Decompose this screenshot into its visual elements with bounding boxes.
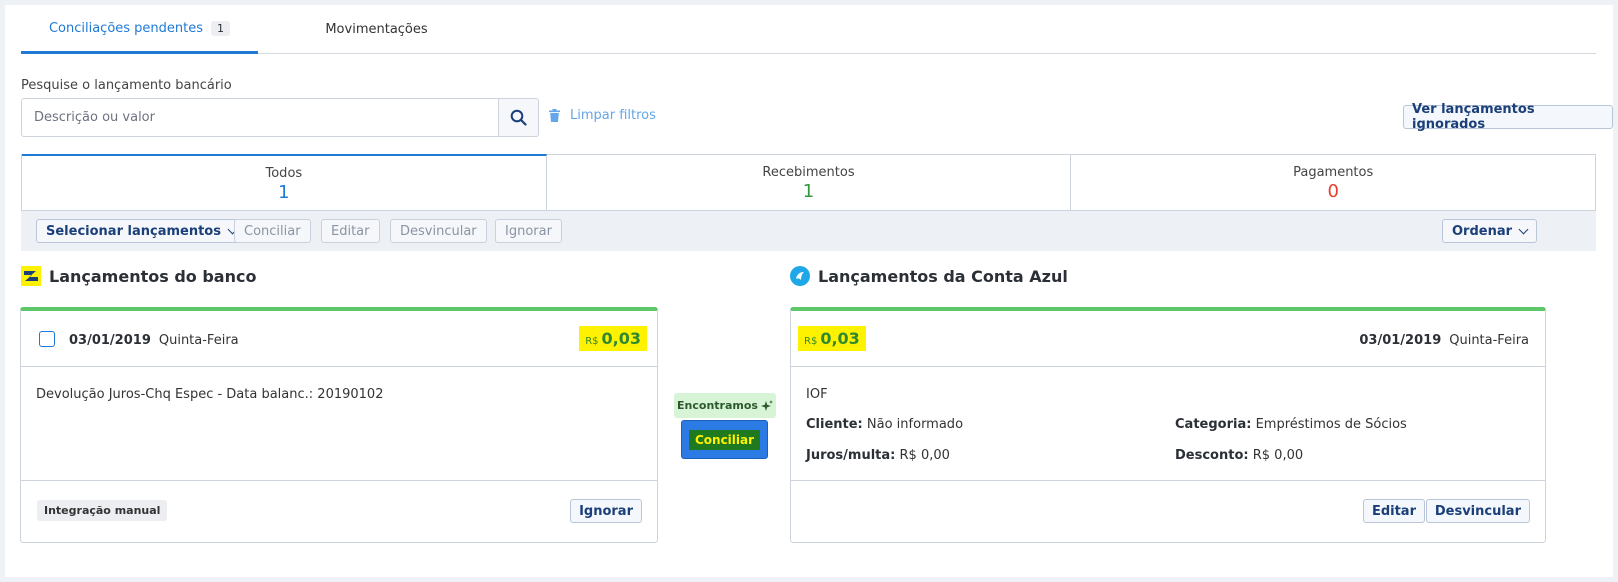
summary-filter: Todos 1 Recebimentos 1 Pagamentos 0	[21, 154, 1596, 211]
chevron-down-icon	[1518, 224, 1529, 234]
desconto-label: Desconto:	[1175, 448, 1249, 463]
cliente-value: Não informado	[866, 417, 964, 432]
categoria-label: Categoria:	[1175, 417, 1252, 432]
view-ignored-button[interactable]: Ver lançamentos ignorados	[1403, 102, 1613, 132]
contaazul-card-footer: Editar Desvincular	[791, 480, 1545, 542]
tab-conciliacoes-pendentes[interactable]: Conciliações pendentes 1	[21, 5, 258, 54]
contaazul-section-title: Lançamentos da Conta Azul	[790, 266, 1068, 286]
match-found-label: Encontramos	[677, 399, 758, 412]
juros-value: R$ 0,00	[899, 448, 950, 463]
summary-label: Recebimentos	[762, 165, 855, 180]
desconto-value: R$ 0,00	[1252, 448, 1304, 463]
bulk-conciliar-button[interactable]: Conciliar	[234, 219, 311, 243]
bradesco-logo-icon	[21, 266, 41, 286]
bank-currency: R$	[585, 336, 599, 347]
bank-card-footer: Integração manual Ignorar	[21, 480, 657, 542]
bank-amount: R$ 0,03	[579, 326, 647, 351]
tab-label: Conciliações pendentes	[48, 20, 204, 36]
unlink-entry-button[interactable]: Desvincular	[1425, 499, 1530, 523]
conciliar-button[interactable]: Conciliar	[681, 420, 768, 459]
trash-icon	[549, 109, 560, 122]
summary-recebimentos[interactable]: Recebimentos 1	[547, 155, 1072, 210]
sort-label: Ordenar	[1452, 223, 1513, 239]
cliente-label: Cliente:	[806, 417, 863, 432]
contaazul-entry-date: 03/01/2019 Quinta-Feira	[1359, 333, 1529, 348]
search-button[interactable]	[499, 98, 539, 137]
bank-entry-date: 03/01/2019 Quinta-Feira	[69, 333, 239, 348]
summary-pagamentos[interactable]: Pagamentos 0	[1071, 155, 1595, 210]
bank-date-value: 03/01/2019	[69, 333, 151, 348]
contaazul-weekday: Quinta-Feira	[1449, 333, 1529, 348]
conta-azul-logo-icon	[790, 266, 810, 286]
search-input[interactable]	[21, 98, 499, 137]
sparkle-icon	[760, 399, 773, 411]
search-icon	[510, 109, 527, 126]
contaazul-amount-value: 0,03	[820, 329, 860, 348]
contaazul-amount: R$ 0,03	[798, 326, 866, 351]
summary-value: 1	[278, 182, 290, 203]
clear-filters-label: Limpar filtros	[570, 108, 656, 123]
categoria-field: Categoria: Empréstimos de Sócios	[1175, 417, 1407, 432]
clear-filters-button[interactable]: Limpar filtros	[549, 108, 656, 123]
bank-card-header: 03/01/2019 Quinta-Feira R$ 0,03	[21, 311, 657, 367]
summary-value: 0	[1327, 181, 1339, 202]
categoria-value: Empréstimos de Sócios	[1255, 417, 1407, 432]
bulk-ignorar-button[interactable]: Ignorar	[495, 219, 562, 243]
desconto-field: Desconto: R$ 0,00	[1175, 448, 1303, 463]
match-found-badge: Encontramos	[674, 393, 776, 418]
juros-label: Juros/multa:	[806, 448, 896, 463]
summary-value: 1	[802, 181, 815, 202]
tab-count-badge: 1	[211, 20, 231, 36]
bank-entry-description: Devolução Juros-Chq Espec - Data balanc.…	[36, 387, 384, 402]
page: Conciliações pendentes 1 Movimentações P…	[5, 5, 1613, 577]
contaazul-date-value: 03/01/2019	[1359, 333, 1442, 348]
integration-tag: Integração manual	[37, 500, 168, 521]
ignore-entry-button[interactable]: Ignorar	[570, 499, 642, 523]
contaazul-currency: R$	[804, 336, 818, 347]
sort-dropdown[interactable]: Ordenar	[1442, 219, 1538, 243]
edit-entry-button[interactable]: Editar	[1362, 499, 1425, 523]
bank-weekday: Quinta-Feira	[158, 333, 239, 348]
bulk-desvincular-button[interactable]: Desvincular	[390, 219, 487, 243]
cliente-field: Cliente: Não informado	[806, 417, 963, 432]
bank-entry-checkbox[interactable]	[39, 331, 55, 347]
select-entries-label: Selecionar lançamentos	[46, 223, 221, 239]
select-entries-dropdown[interactable]: Selecionar lançamentos	[36, 219, 246, 243]
bank-title-text: Lançamentos do banco	[49, 266, 257, 286]
action-bar: Selecionar lançamentos Conciliar Editar …	[21, 211, 1596, 251]
summary-todos[interactable]: Todos 1	[22, 154, 547, 210]
tab-label: Movimentações	[325, 22, 428, 37]
summary-label: Todos	[265, 166, 303, 181]
bank-section-title: Lançamentos do banco	[21, 266, 256, 286]
bank-entry-card: 03/01/2019 Quinta-Feira R$ 0,03 Devolução…	[20, 307, 658, 543]
contaazul-title-text: Lançamentos da Conta Azul	[818, 266, 1068, 286]
tab-movimentacoes[interactable]: Movimentações	[258, 5, 495, 54]
contaazul-entry-card: R$ 0,03 03/01/2019 Quinta-Feira IOF Clien…	[790, 307, 1546, 543]
conciliar-label: Conciliar	[688, 429, 761, 450]
bulk-editar-button[interactable]: Editar	[321, 219, 380, 243]
bank-amount-value: 0,03	[601, 329, 641, 348]
search-label: Pesquise o lançamento bancário	[21, 78, 232, 93]
contaazul-entry-description: IOF	[806, 387, 828, 402]
contaazul-card-header: R$ 0,03 03/01/2019 Quinta-Feira	[791, 311, 1545, 367]
juros-field: Juros/multa: R$ 0,00	[806, 448, 950, 463]
tab-bar: Conciliações pendentes 1 Movimentações	[21, 5, 1596, 54]
summary-label: Pagamentos	[1293, 165, 1374, 180]
